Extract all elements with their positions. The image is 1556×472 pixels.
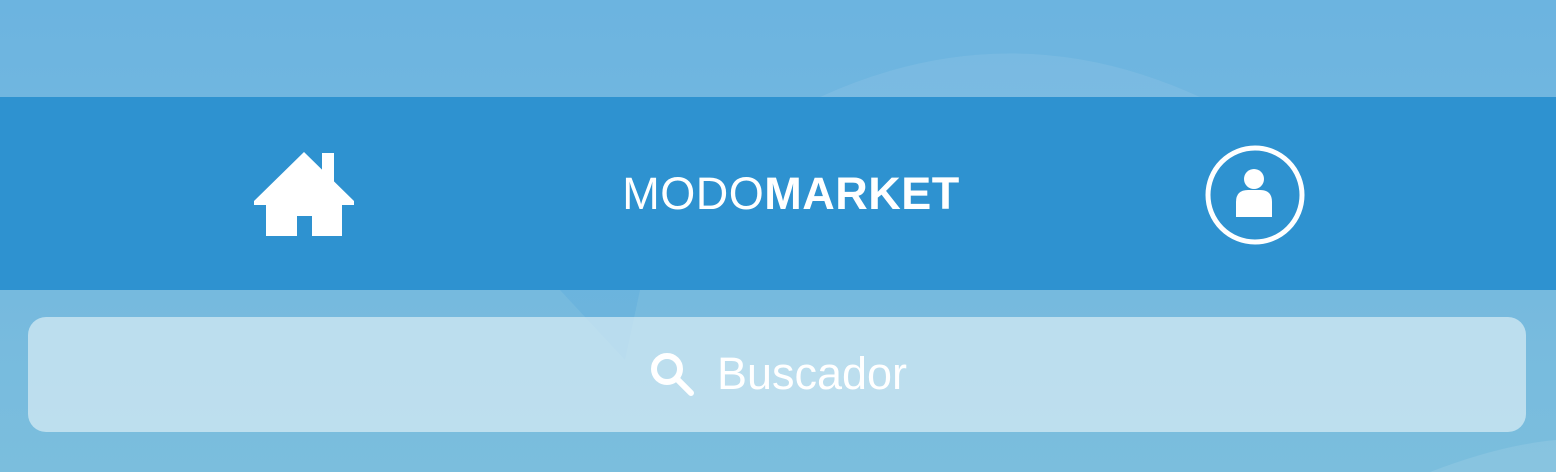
brand-title-bold: MARKET: [764, 167, 960, 219]
search-placeholder: Buscador: [716, 347, 908, 399]
search-bar[interactable]: Buscador: [28, 317, 1526, 432]
brand-title-light: MODO: [622, 167, 765, 219]
top-navbar: MODOMARKET: [0, 97, 1556, 290]
brand-title: MODOMARKET: [0, 97, 1556, 290]
home-button[interactable]: [250, 149, 358, 239]
user-profile-button[interactable]: [1204, 144, 1306, 246]
user-icon: [1204, 144, 1306, 246]
home-icon: [250, 149, 358, 239]
search-icon: [647, 349, 697, 399]
